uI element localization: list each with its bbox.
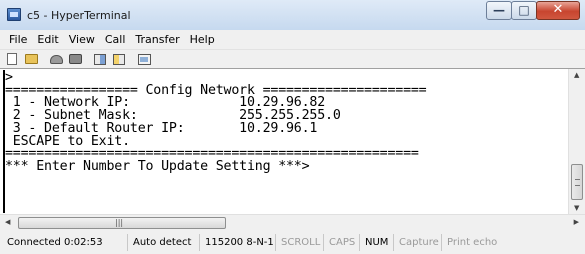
menu-bar: File Edit View Call Transfer Help [0,30,585,49]
status-bar: Connected 0:02:53 Auto detect 115200 8-N… [0,231,585,254]
new-connection-icon [7,53,17,65]
horizontal-scrollbar[interactable]: ◀ ||| ▶ [0,214,585,231]
scroll-right-icon[interactable]: ▶ [574,218,579,226]
capture-indicator: Capture [394,234,442,251]
menu-edit[interactable]: Edit [32,33,63,46]
caps-lock-indicator: CAPS [324,234,360,251]
menu-transfer[interactable]: Transfer [130,33,184,46]
window-title: c5 - HyperTerminal [27,9,131,22]
receive-file-icon [113,53,125,65]
open-icon [24,54,38,64]
caption-buttons: — □ ✕ [486,1,580,21]
send-file-button[interactable] [92,52,108,67]
num-lock-indicator: NUM [360,234,394,251]
receive-file-button[interactable] [111,52,127,67]
title-bar[interactable]: c5 - HyperTerminal — □ ✕ [0,0,585,30]
call-icon [49,54,63,64]
print-echo-indicator: Print echo [447,237,498,248]
new-connection-button[interactable] [4,52,20,67]
terminal-output[interactable]: > ================= Config Network =====… [5,72,566,215]
menu-file[interactable]: File [4,33,32,46]
close-icon: ✕ [552,2,564,17]
scroll-lock-indicator: SCROLL [276,234,324,251]
disconnect-icon [68,54,82,64]
connection-status: Connected 0:02:53 [2,234,128,251]
terminal-frame: > ================= Config Network =====… [0,68,585,231]
properties-icon [137,53,151,65]
hyperterminal-window: c5 - HyperTerminal — □ ✕ File Edit View … [0,0,585,254]
detect-status: Auto detect [128,234,200,251]
horizontal-scroll-thumb[interactable]: ||| [18,217,226,229]
scroll-down-icon[interactable]: ▼ [574,204,579,212]
vertical-scrollbar[interactable]: ▲ ▼ [568,69,585,214]
grip-icon [575,179,580,186]
disconnect-button[interactable] [67,52,83,67]
maximize-icon: □ [518,3,530,17]
send-file-icon [94,53,106,65]
menu-help[interactable]: Help [185,33,220,46]
grip-icon: ||| [115,218,124,227]
scroll-left-icon[interactable]: ◀ [5,218,10,226]
app-icon[interactable] [7,8,21,21]
port-settings-status: 115200 8-N-1 [200,234,276,251]
open-button[interactable] [23,52,39,67]
vertical-scroll-thumb[interactable] [571,164,583,200]
minimize-icon: — [493,3,505,17]
minimize-button[interactable]: — [486,1,512,20]
maximize-button[interactable]: □ [511,1,537,20]
menu-call[interactable]: Call [100,33,131,46]
close-button[interactable]: ✕ [536,1,580,20]
scroll-up-icon[interactable]: ▲ [574,71,579,79]
toolbar [0,49,585,68]
call-button[interactable] [48,52,64,67]
terminal-line: *** Enter Number To Update Setting ***> [5,158,310,174]
menu-view[interactable]: View [64,33,100,46]
properties-button[interactable] [136,52,152,67]
